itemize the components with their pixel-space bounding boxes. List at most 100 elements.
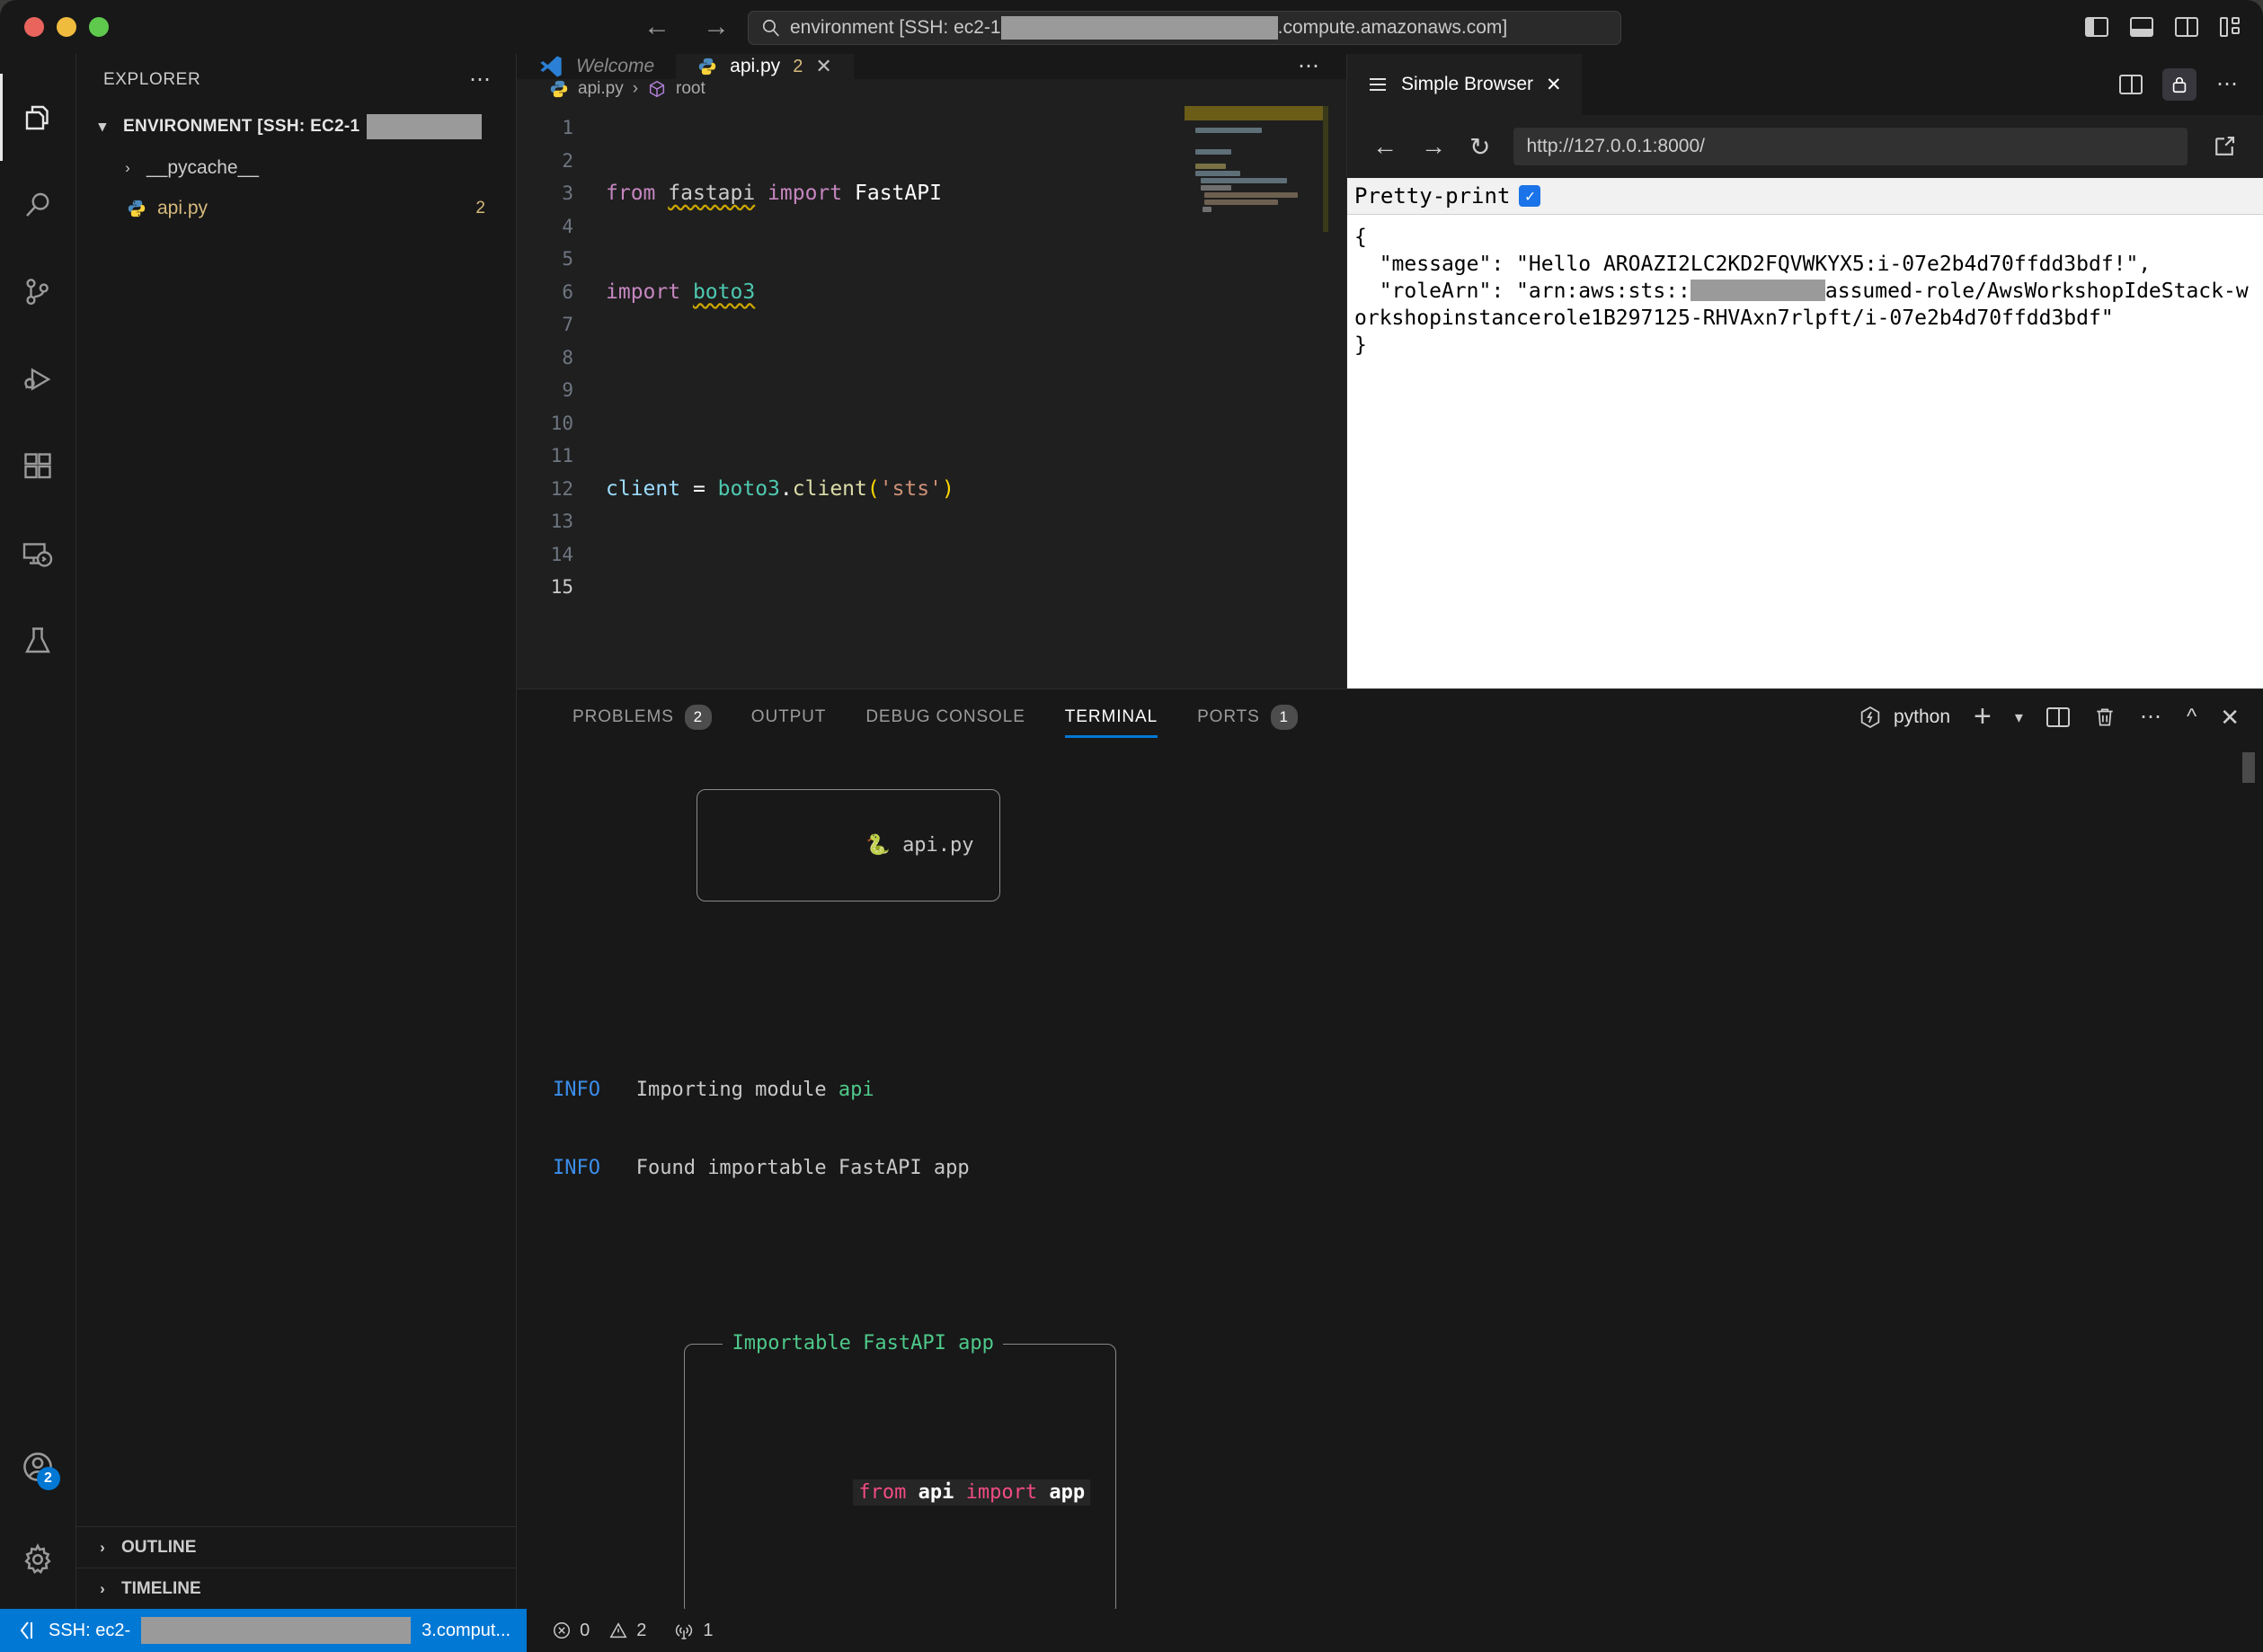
- line-number: 3: [562, 182, 573, 204]
- redacted-hostname: [1000, 16, 1278, 40]
- tab-welcome[interactable]: Welcome: [517, 54, 677, 79]
- explorer-root-label: ENVIRONMENT [SSH: EC2-1: [123, 117, 360, 136]
- terminal-log-line: INFO Found importable FastAPI app: [553, 1157, 970, 1179]
- chevron-right-icon: ›: [125, 158, 130, 176]
- toggle-primary-sidebar-icon[interactable]: [2085, 17, 2108, 37]
- go-back-icon[interactable]: ←: [643, 13, 670, 40]
- line-number: 1: [562, 117, 573, 138]
- panel-more-actions-icon[interactable]: ⋯: [2140, 706, 2163, 728]
- line-number: 4: [562, 215, 573, 237]
- explorer-root-folder[interactable]: ▾ ENVIRONMENT [SSH: EC2-1: [76, 106, 516, 147]
- tab-problems[interactable]: PROBLEMS 2: [553, 689, 732, 745]
- history-nav: ← →: [643, 13, 730, 40]
- tab-output[interactable]: OUTPUT: [732, 689, 847, 745]
- go-forward-icon[interactable]: →: [703, 13, 730, 40]
- close-window-button[interactable]: [24, 17, 44, 37]
- editor-more-actions-icon[interactable]: ⋯: [1298, 55, 1321, 77]
- tab-api-py[interactable]: api.py 2 ✕: [676, 54, 854, 79]
- command-center[interactable]: environment [SSH: ec2-1 .compute.amazonaw…: [748, 11, 1621, 45]
- radio-tower-icon: [676, 1624, 693, 1639]
- editor-scrollbar[interactable]: [1328, 99, 1346, 688]
- open-external-icon[interactable]: [2211, 133, 2238, 160]
- minimap[interactable]: [1185, 99, 1328, 688]
- box-title: Importable FastAPI app: [723, 1330, 1003, 1356]
- panel-actions: python + ▾ ⋯ ^ ✕: [1858, 701, 2240, 732]
- trash-icon[interactable]: [2093, 706, 2117, 729]
- accounts-button[interactable]: 2: [0, 1423, 76, 1510]
- tab-debug-console[interactable]: DEBUG CONSOLE: [846, 689, 1044, 745]
- editor-pane: Welcome api.py 2 ✕ ⋯ api.py › root 1 2 3…: [517, 54, 1346, 688]
- maximize-panel-icon[interactable]: ^: [2187, 705, 2196, 730]
- tab-terminal[interactable]: TERMINAL: [1045, 689, 1177, 745]
- sidebar-item-outline[interactable]: › OUTLINE: [76, 1526, 516, 1568]
- lock-editor-group-button[interactable]: [2162, 68, 2196, 101]
- browser-back-icon[interactable]: ←: [1372, 132, 1398, 161]
- browser-tabs: Simple Browser ✕ ⋯: [1347, 54, 2263, 115]
- status-problems[interactable]: 0 2: [552, 1621, 646, 1641]
- new-terminal-icon[interactable]: +: [1974, 701, 1992, 732]
- pretty-print-row: Pretty-print ✓: [1347, 178, 2263, 215]
- vscode-logo-icon: [540, 56, 562, 77]
- sidebar-item-search[interactable]: [0, 161, 76, 248]
- terminal-output[interactable]: 🐍 api.py INFO Importing module api INFO …: [517, 745, 2263, 1609]
- error-circle-icon: [554, 1622, 571, 1639]
- sidebar-item-extensions[interactable]: [0, 422, 76, 510]
- status-ports[interactable]: 1: [673, 1620, 713, 1641]
- split-terminal-icon[interactable]: [2046, 707, 2070, 727]
- python-icon: [128, 200, 146, 217]
- tab-simple-browser[interactable]: Simple Browser ✕: [1347, 54, 1582, 115]
- code-editor[interactable]: 1 2 3 4 5 6 7 8 9 10 11 12 13 14 15 from…: [517, 99, 1346, 688]
- json-open-brace: {: [1354, 226, 1367, 249]
- active-terminal-label[interactable]: python: [1858, 705, 1950, 730]
- outline-label: OUTLINE: [121, 1537, 197, 1557]
- maximize-window-button[interactable]: [89, 17, 109, 37]
- editor-and-browser: Welcome api.py 2 ✕ ⋯ api.py › root 1 2 3…: [517, 54, 2263, 688]
- breadcrumb-file[interactable]: api.py: [578, 79, 624, 99]
- list-item[interactable]: › __pycache__: [76, 147, 516, 188]
- terminal-scrollbar-thumb[interactable]: [2242, 752, 2255, 783]
- explorer-title: EXPLORER: [103, 70, 201, 89]
- line-number: 15: [550, 576, 573, 598]
- status-remote-indicator[interactable]: SSH: ec2- 3.comput...: [0, 1609, 528, 1652]
- search-icon: [762, 19, 779, 37]
- chevron-right-icon: ›: [100, 1579, 105, 1597]
- browser-reload-icon[interactable]: ↻: [1469, 132, 1490, 162]
- file-label: api.py: [157, 197, 209, 218]
- title-bar: ← → environment [SSH: ec2-1 .compute.amaz…: [0, 0, 2263, 54]
- list-item[interactable]: api.py 2: [76, 188, 516, 228]
- toggle-panel-icon[interactable]: [2130, 17, 2153, 37]
- line-number: 8: [562, 346, 573, 369]
- browser-more-actions-icon[interactable]: ⋯: [2216, 73, 2240, 95]
- sidebar-item-run-and-debug[interactable]: [0, 335, 76, 422]
- close-icon[interactable]: ✕: [815, 55, 831, 78]
- sidebar-item-source-control[interactable]: [0, 248, 76, 335]
- sidebar-item-timeline[interactable]: › TIMELINE: [76, 1568, 516, 1609]
- explorer-more-actions-icon[interactable]: ⋯: [469, 68, 493, 91]
- customize-layout-icon[interactable]: [2220, 17, 2243, 37]
- code-content[interactable]: from fastapi import FastAPI import boto3…: [584, 99, 1185, 688]
- close-icon[interactable]: ✕: [1546, 74, 1562, 96]
- breadcrumb-symbol[interactable]: root: [676, 79, 706, 99]
- terminal-scrollbar[interactable]: [2241, 745, 2255, 1609]
- pretty-print-checkbox[interactable]: ✓: [1519, 185, 1541, 207]
- close-panel-icon[interactable]: ✕: [2220, 704, 2240, 732]
- python-icon: [698, 58, 716, 75]
- split-editor-icon[interactable]: [2119, 75, 2143, 94]
- sidebar-item-explorer[interactable]: [0, 74, 76, 161]
- status-bar: SSH: ec2- 3.comput... 0 2 1: [0, 1609, 2263, 1652]
- minimize-window-button[interactable]: [57, 17, 76, 37]
- browser-forward-icon[interactable]: →: [1421, 132, 1446, 161]
- remote-prefix: SSH: ec2-: [49, 1620, 131, 1640]
- browser-url-input[interactable]: http://127.0.0.1:8000/: [1513, 128, 2188, 165]
- manage-settings-button[interactable]: [0, 1510, 76, 1609]
- sidebar-item-testing[interactable]: [0, 597, 76, 684]
- panel-tabs: PROBLEMS 2 OUTPUT DEBUG CONSOLE TERMINAL…: [517, 689, 2263, 745]
- sidebar-item-remote-explorer[interactable]: [0, 510, 76, 597]
- tab-ports[interactable]: PORTS 1: [1177, 689, 1318, 745]
- toggle-secondary-sidebar-icon[interactable]: [2175, 17, 2198, 37]
- chevron-down-icon[interactable]: ▾: [2015, 708, 2023, 727]
- editor-area: Welcome api.py 2 ✕ ⋯ api.py › root 1 2 3…: [517, 54, 2263, 1609]
- list-icon: [1370, 78, 1386, 91]
- lock-icon: [2172, 76, 2187, 93]
